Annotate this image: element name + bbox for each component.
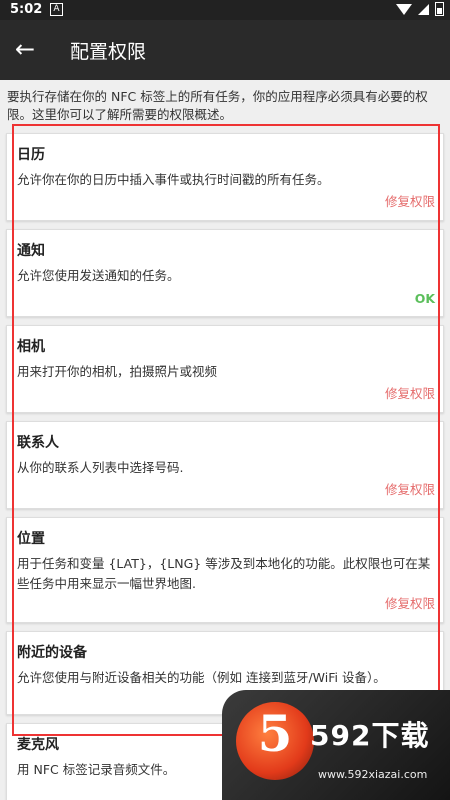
- card-contacts: 联系人 从你的联系人列表中选择号码. 修复权限: [6, 421, 444, 509]
- notification-icon: A: [50, 3, 63, 16]
- card-camera: 相机 用来打开你的相机，拍摄照片或视频 修复权限: [6, 325, 444, 413]
- card-desc: 允许您使用与附近设备相关的功能（例如 连接到蓝牙/WiFi 设备）。: [17, 670, 386, 685]
- card-notification: 通知 允许您使用发送通知的任务。 OK: [6, 229, 444, 317]
- card-desc: 允许您使用发送通知的任务。: [17, 268, 180, 283]
- card-title: 日历: [17, 147, 45, 163]
- app-bar: ← 配置权限: [0, 20, 450, 80]
- card-title: 位置: [17, 531, 45, 547]
- card-calendar: 日历 允许你在你的日历中插入事件或执行时间戳的所有任务。 修复权限: [6, 133, 444, 221]
- watermark-badge-icon: 5: [236, 702, 314, 780]
- fix-permission-button[interactable]: 修复权限: [385, 191, 435, 210]
- card-desc: 允许你在你的日历中插入事件或执行时间戳的所有任务。: [17, 172, 330, 187]
- watermark-url: www.592xiazai.com: [318, 768, 428, 781]
- back-arrow-icon[interactable]: ←: [10, 34, 40, 64]
- card-desc: 从你的联系人列表中选择号码.: [17, 460, 184, 475]
- card-desc: 用来打开你的相机，拍摄照片或视频: [17, 364, 218, 379]
- watermark-logo: 5 592下载 www.592xiazai.com: [222, 690, 450, 800]
- ok-status: OK: [414, 291, 435, 306]
- status-icons: [396, 2, 444, 16]
- status-bar: 5:02 A: [0, 0, 450, 20]
- battery-icon: [435, 2, 444, 16]
- fix-permission-button[interactable]: 修复权限: [385, 479, 435, 498]
- card-title: 联系人: [17, 435, 59, 451]
- card-title: 附近的设备: [17, 645, 87, 661]
- card-title: 相机: [17, 339, 45, 355]
- fix-permission-button[interactable]: 修复权限: [385, 593, 435, 612]
- page-title: 配置权限: [70, 41, 147, 63]
- wifi-icon: [396, 3, 412, 15]
- watermark-brand: 592下载: [310, 719, 430, 752]
- card-title: 通知: [17, 243, 45, 259]
- watermark-badge-text: 5: [257, 704, 293, 763]
- card-title: 麦克风: [17, 737, 59, 753]
- intro-text: 要执行存储在你的 NFC 标签上的所有任务，你的应用程序必须具有必要的权限。这里…: [7, 89, 428, 122]
- fix-permission-button[interactable]: 修复权限: [385, 383, 435, 402]
- signal-icon: [418, 3, 429, 15]
- status-time: 5:02: [10, 2, 43, 17]
- card-desc: 用于任务和变量 {LAT}，{LNG} 等涉及到本地化的功能。此权限也可在某些任…: [17, 556, 431, 591]
- card-location: 位置 用于任务和变量 {LAT}，{LNG} 等涉及到本地化的功能。此权限也可在…: [6, 517, 444, 623]
